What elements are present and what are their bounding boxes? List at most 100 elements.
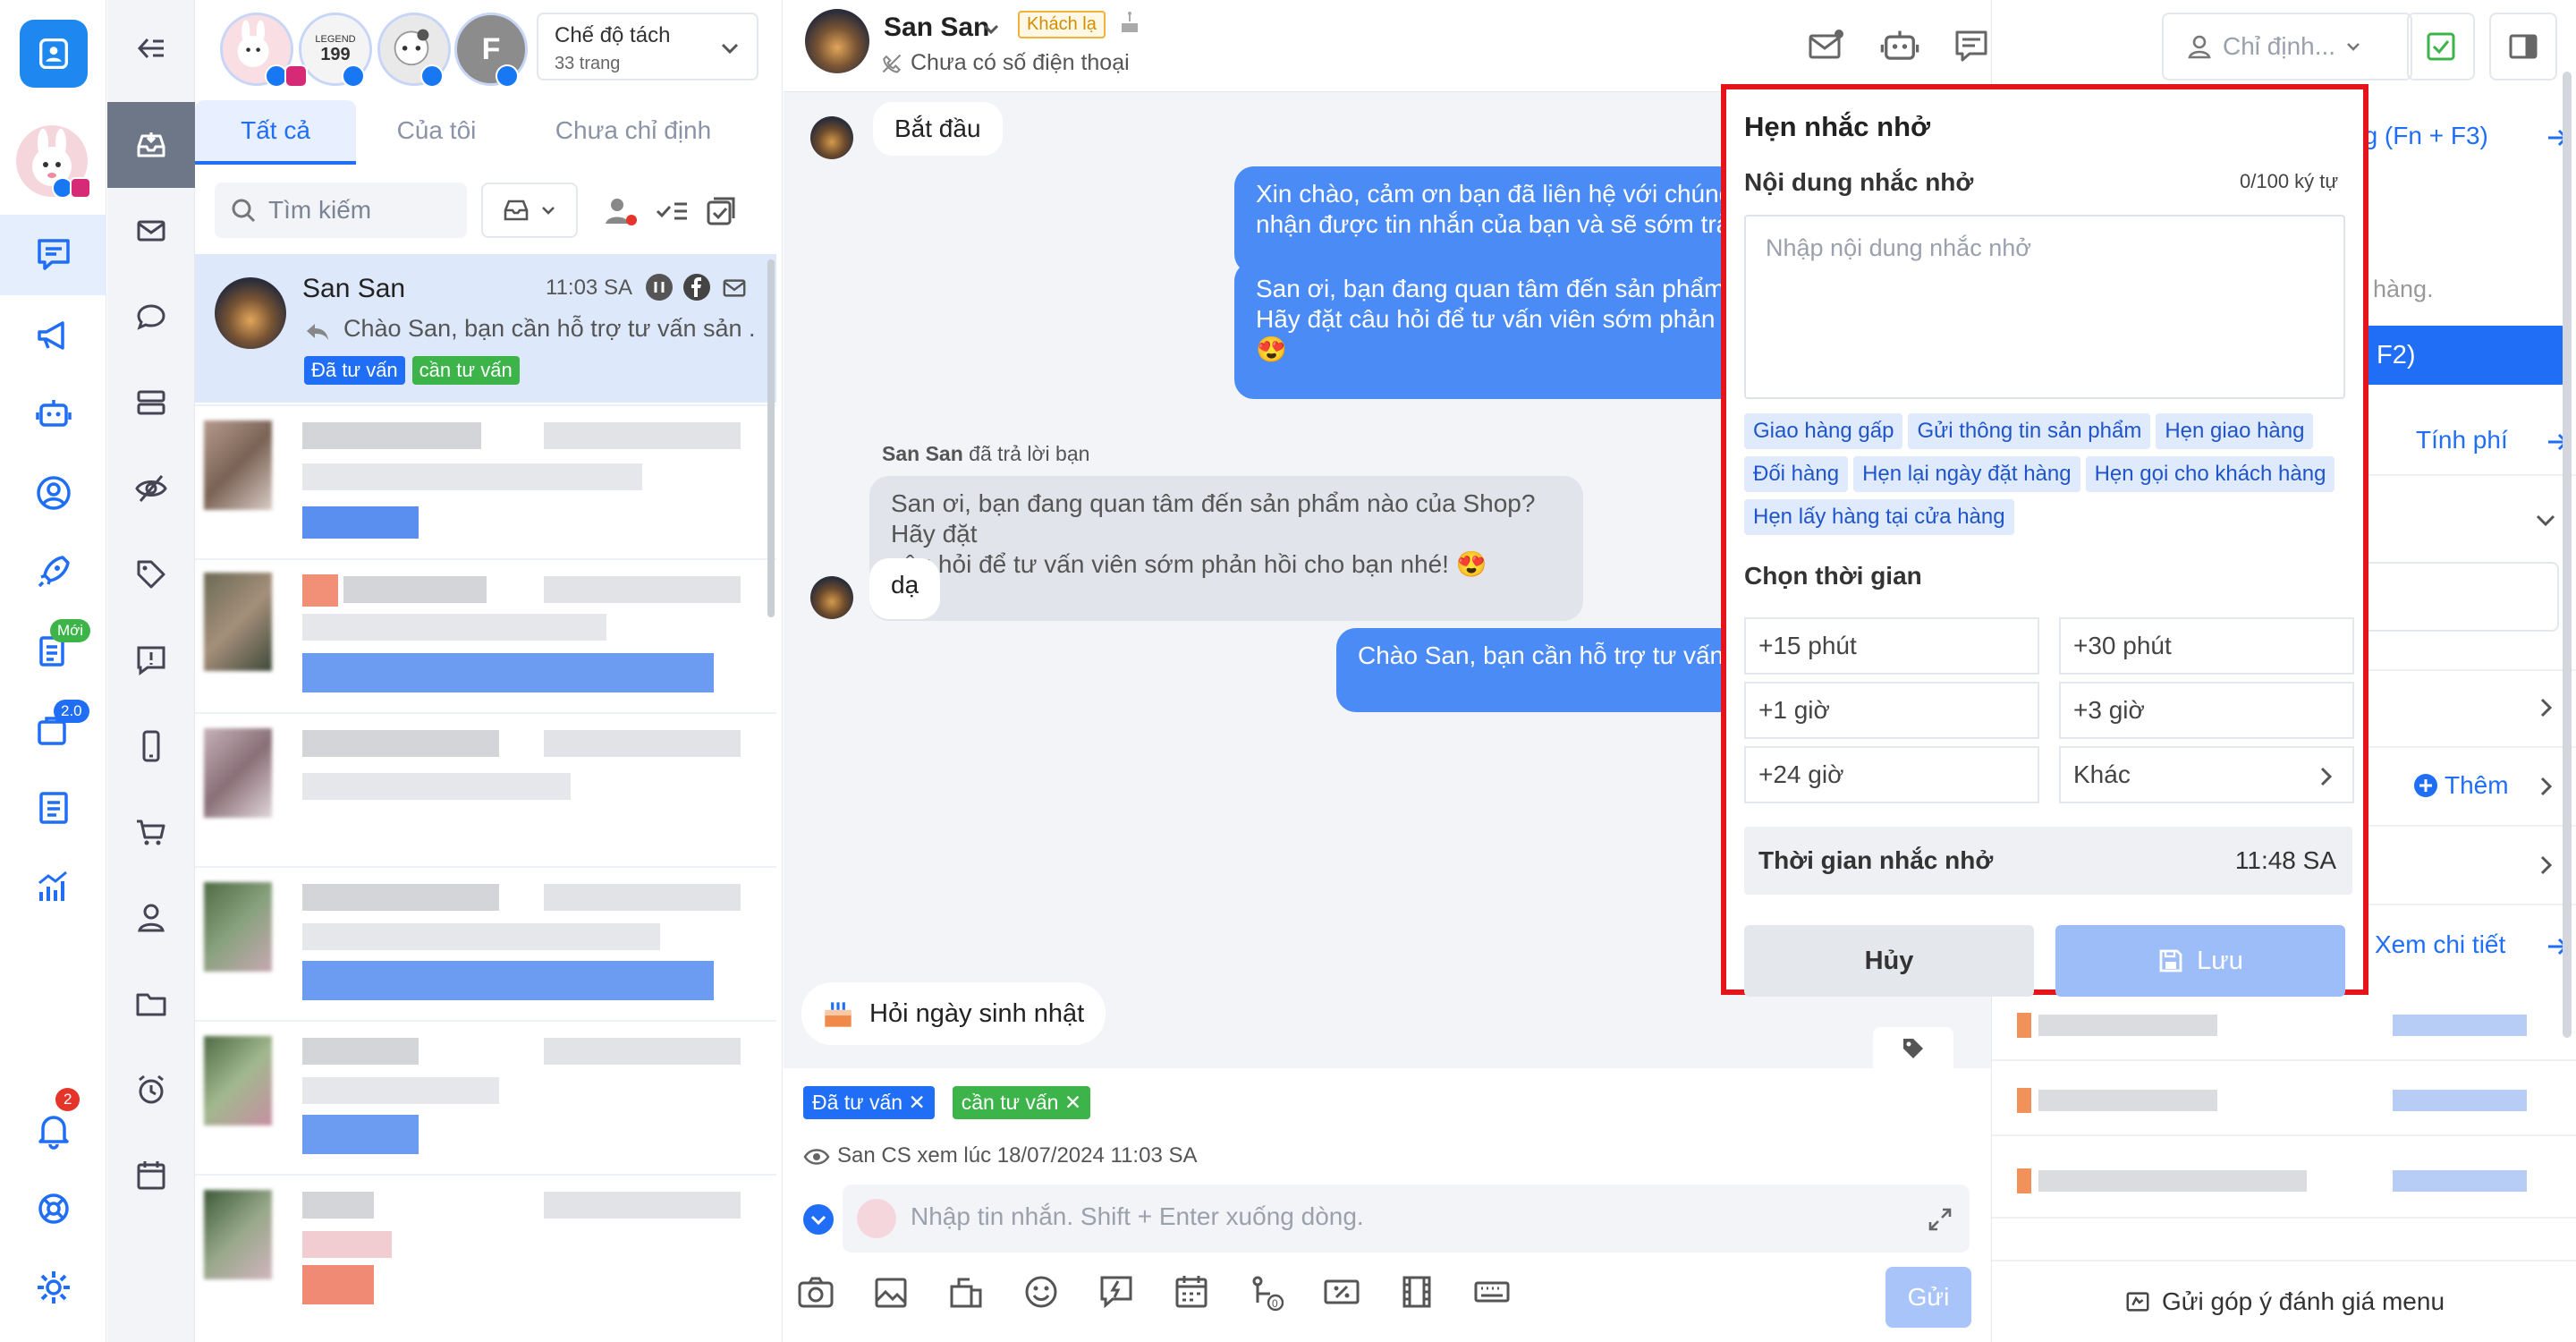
birthday-prompt-button[interactable]: Hỏi ngày sinh nhật	[801, 982, 1106, 1045]
filter-reminders[interactable]	[107, 1047, 195, 1133]
chevron-down-icon[interactable]	[2532, 506, 2559, 533]
collapse-button[interactable]	[107, 5, 195, 91]
filter-hidden[interactable]	[107, 446, 195, 531]
flow-icon[interactable]: 0	[1247, 1272, 1286, 1312]
assign-dropdown[interactable]: Chỉ định...	[2162, 13, 2412, 81]
select-all-icon[interactable]	[703, 193, 739, 229]
suggestion-chip[interactable]: Gửi thông tin sản phẩm	[1908, 413, 2151, 449]
conversation-item[interactable]	[195, 404, 776, 558]
nav-settings[interactable]	[0, 1247, 106, 1328]
shortcut-link[interactable]: ng (Fn + F3)	[2350, 122, 2488, 150]
order-row[interactable]	[2017, 1168, 2545, 1193]
tab-unassigned[interactable]: Chưa chỉ định	[517, 100, 750, 165]
chevron-right-icon[interactable]	[2532, 852, 2559, 879]
suggestion-chip[interactable]: Hẹn lại ngày đặt hàng	[1853, 456, 2080, 492]
tag-toggle[interactable]	[1873, 1027, 1953, 1070]
mark-done-button[interactable]	[2407, 13, 2475, 81]
suggestion-chip[interactable]: Hẹn gọi cho khách hàng	[2085, 456, 2335, 492]
filter-comments[interactable]	[107, 274, 195, 360]
filter-orders[interactable]	[107, 789, 195, 875]
product-icon[interactable]	[946, 1272, 986, 1312]
nav-broadcast[interactable]	[0, 295, 106, 376]
keyboard-icon[interactable]	[1472, 1272, 1512, 1312]
email-icon[interactable]	[1807, 27, 1846, 66]
suggestion-chip[interactable]: Hẹn lấy hàng tại cửa hàng	[1744, 499, 2014, 535]
nav-shop[interactable]	[0, 689, 106, 769]
time-option-other[interactable]: Khác	[2059, 746, 2354, 803]
filter-phone[interactable]	[107, 703, 195, 789]
nav-bot[interactable]	[0, 374, 106, 454]
tag-chip[interactable]: Đã tư vấn ✕	[803, 1086, 935, 1119]
contact-name[interactable]: San San	[884, 13, 989, 43]
filter-tags[interactable]	[107, 531, 195, 617]
nav-reports[interactable]	[0, 846, 106, 927]
nav-boost[interactable]	[0, 531, 106, 612]
tinh-phi-link[interactable]: Tính phí	[2416, 426, 2508, 454]
chevron-right-icon[interactable]	[2532, 773, 2559, 800]
time-option-30m[interactable]: +30 phút	[2059, 617, 2354, 675]
contact-avatar[interactable]	[805, 9, 869, 73]
quick-reply-icon[interactable]	[1097, 1272, 1136, 1312]
order-row[interactable]	[2017, 1088, 2545, 1113]
conversation-item[interactable]	[195, 1174, 776, 1328]
filter-staff[interactable]	[107, 875, 195, 961]
inbox-filter-dropdown[interactable]	[481, 183, 578, 238]
assign-user-icon[interactable]	[603, 193, 639, 229]
filter-messages[interactable]	[107, 188, 195, 274]
list-scrollbar[interactable]	[767, 259, 775, 617]
feedback-button[interactable]: Gửi góp ý đánh giá menu	[1992, 1260, 2576, 1342]
view-details-link[interactable]: Xem chi tiết	[2375, 930, 2505, 959]
discount-icon[interactable]	[1322, 1272, 1361, 1312]
order-row[interactable]	[2017, 1013, 2545, 1038]
video-icon[interactable]	[1397, 1272, 1436, 1312]
chevron-down-icon[interactable]	[980, 18, 1002, 39]
search-input[interactable]: Tìm kiếm	[215, 183, 467, 238]
app-logo[interactable]	[20, 20, 88, 88]
time-option-15m[interactable]: +15 phút	[1744, 617, 2039, 675]
nav-invoice[interactable]	[0, 768, 106, 848]
nav-notifications[interactable]	[0, 1090, 106, 1170]
panel-scrollbar[interactable]	[2563, 72, 2572, 1038]
cancel-button[interactable]: Hủy	[1744, 925, 2034, 997]
suggestion-chip[interactable]: Đối hàng	[1744, 456, 1849, 492]
expand-icon[interactable]	[1927, 1206, 1953, 1233]
filter-storage[interactable]	[107, 360, 195, 446]
nav-customers[interactable]	[0, 453, 106, 533]
message-input[interactable]: Nhập tin nhắn. Shift + Enter xuống dòng.	[843, 1185, 1970, 1253]
tab-mine[interactable]: Của tôi	[356, 100, 517, 165]
time-option-3h[interactable]: +3 giờ	[2059, 682, 2354, 739]
send-mode-toggle[interactable]	[803, 1204, 834, 1235]
camera-icon[interactable]	[796, 1272, 835, 1312]
conversation-item[interactable]	[195, 1020, 776, 1174]
time-option-24h[interactable]: +24 giờ	[1744, 746, 2039, 803]
filter-calendar[interactable]	[107, 1133, 195, 1219]
conversation-item[interactable]	[195, 712, 776, 866]
check-list-icon[interactable]	[655, 193, 691, 229]
mode-select[interactable]: Chế độ tách 33 trang	[537, 13, 758, 81]
time-option-1h[interactable]: +1 giờ	[1744, 682, 2039, 739]
save-button[interactable]: Lưu	[2055, 925, 2345, 997]
add-button[interactable]: Thêm	[2412, 771, 2509, 800]
suggestion-chip[interactable]: Giao hàng gấp	[1744, 413, 1903, 449]
info-input[interactable]	[2350, 562, 2559, 632]
conversation-item-selected[interactable]: San San 11:03 SA Chào San, bạn cần hỗ tr…	[195, 254, 776, 403]
note-icon[interactable]	[1952, 27, 1991, 66]
nav-help[interactable]	[0, 1168, 106, 1249]
chevron-right-icon[interactable]	[2532, 694, 2559, 721]
toggle-panel-button[interactable]	[2489, 13, 2557, 81]
filter-reports[interactable]	[107, 617, 195, 703]
emoji-icon[interactable]	[1021, 1272, 1061, 1312]
suggestion-chip[interactable]: Hẹn giao hàng	[2156, 413, 2314, 449]
conversation-item[interactable]	[195, 866, 776, 1020]
primary-action-button[interactable]: F2)	[2350, 326, 2568, 385]
send-button[interactable]: Gửi	[1885, 1267, 1971, 1328]
tag-chip[interactable]: cần tư vấn ✕	[952, 1086, 1091, 1119]
tab-all[interactable]: Tất cả	[195, 100, 356, 165]
chatbot-icon[interactable]	[1878, 25, 1921, 68]
conversation-item[interactable]	[195, 558, 776, 712]
filter-inbox[interactable]	[107, 102, 195, 188]
image-icon[interactable]	[871, 1272, 911, 1312]
calendar-icon[interactable]	[1172, 1272, 1211, 1312]
nav-chat[interactable]	[0, 215, 106, 295]
reminder-content-textarea[interactable]: Nhập nội dung nhắc nhở	[1744, 215, 2345, 399]
